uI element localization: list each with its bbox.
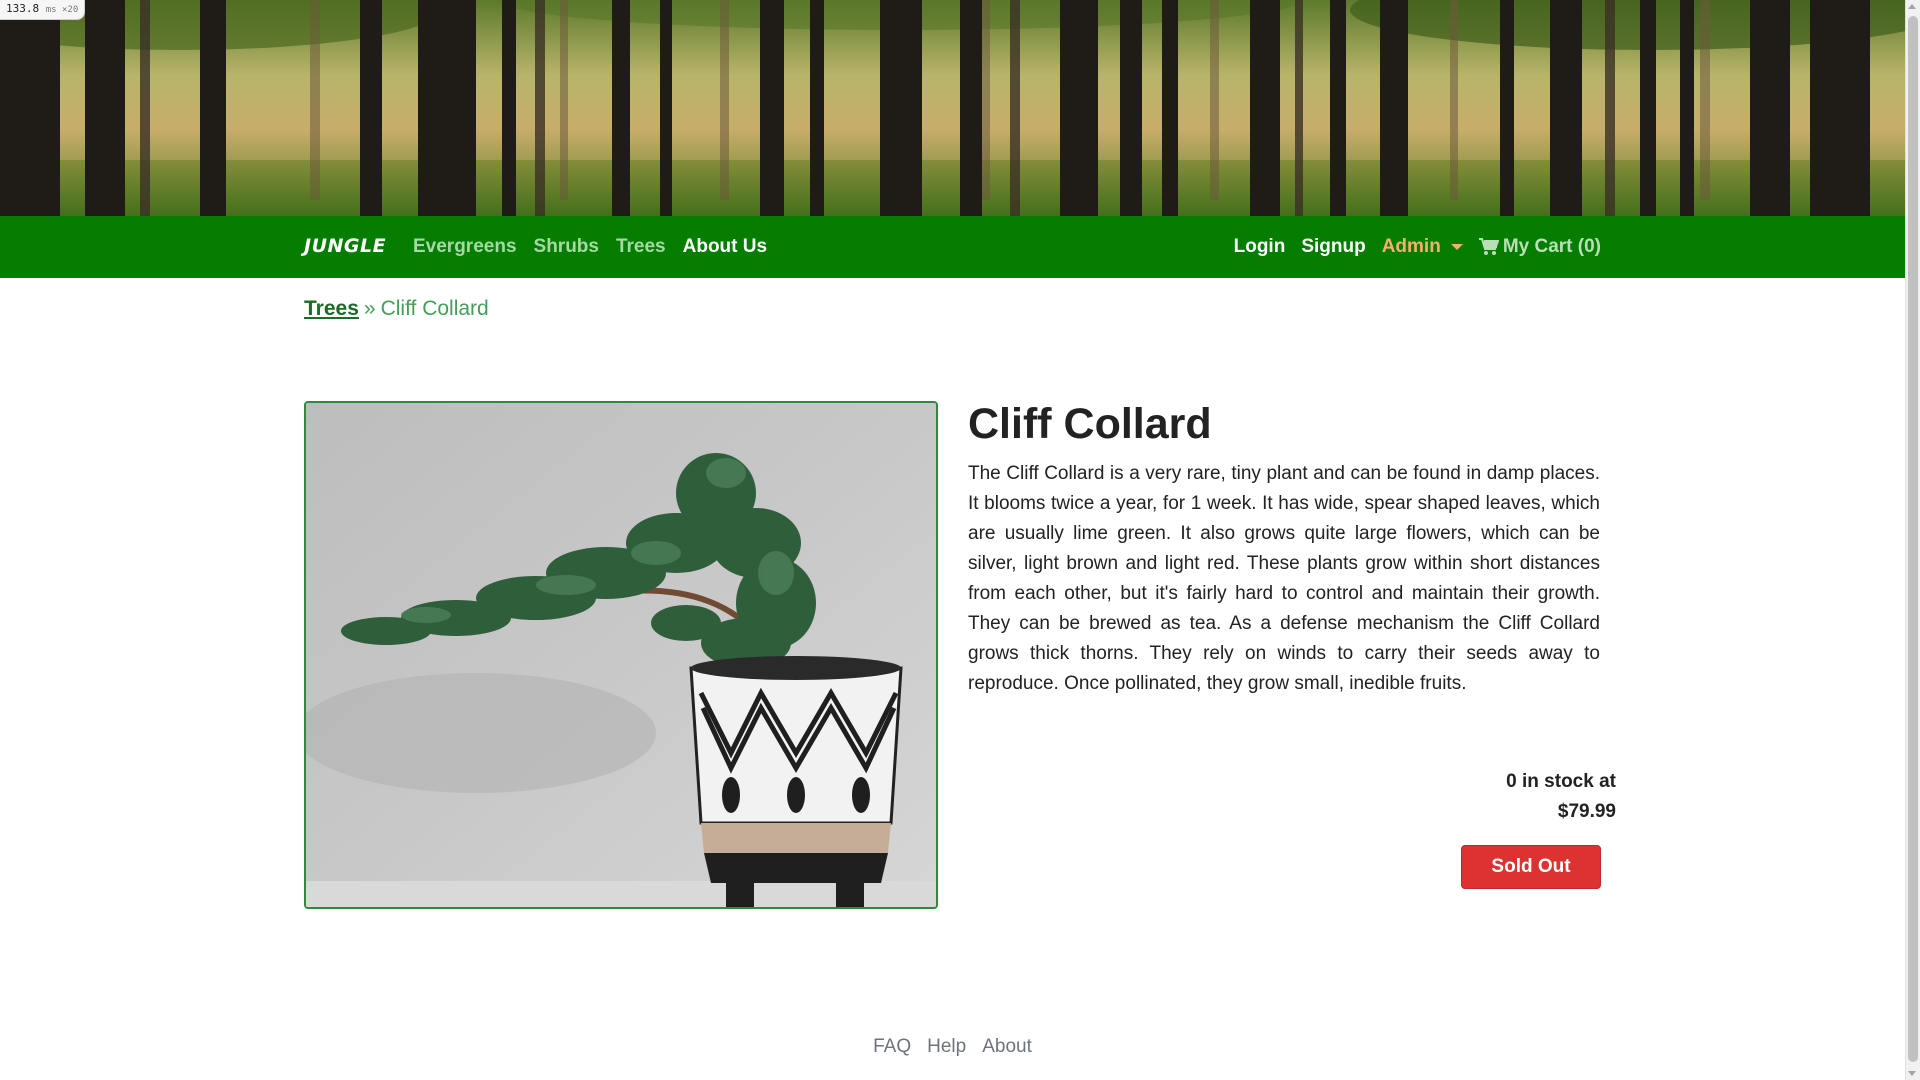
vertical-scrollbar[interactable] [1905, 0, 1920, 1080]
product-price: $79.99 [1557, 801, 1616, 822]
stock-info: 0 in stock at $79.99 [1506, 767, 1616, 827]
product-description: The Cliff Collard is a very rare, tiny p… [968, 463, 1600, 694]
cart-link[interactable]: My Cart (0) [1478, 236, 1601, 258]
scroll-down-arrow-icon[interactable] [1908, 1071, 1916, 1076]
product-title: Cliff Collard [968, 400, 1212, 448]
caret-down-icon [1450, 244, 1463, 250]
scroll-thumb[interactable] [1908, 16, 1918, 1062]
nav-link-trees[interactable]: Trees [616, 236, 666, 258]
admin-label: Admin [1381, 236, 1441, 257]
navbar-inner: JUNGLE Evergreens Shrubs Trees About Us … [304, 216, 1601, 278]
shopping-cart-icon [1478, 238, 1499, 255]
footer: FAQ Help About [0, 1036, 1905, 1058]
nav-link-shrubs[interactable]: Shrubs [534, 236, 599, 258]
scroll-up-arrow-icon[interactable] [1908, 4, 1916, 9]
footer-link-faq[interactable]: FAQ [873, 1036, 911, 1058]
breadcrumb-current: Cliff Collard [380, 297, 489, 320]
nav-user-links: Login Signup Admin My Cart (0) [1234, 236, 1601, 258]
sold-out-button[interactable]: Sold Out [1461, 845, 1601, 889]
footer-link-about[interactable]: About [982, 1036, 1032, 1058]
stock-count: 0 in stock at [1506, 771, 1616, 792]
forest-illustration [0, 0, 1905, 216]
nav-link-about-us[interactable]: About Us [683, 236, 767, 258]
hero-banner [0, 0, 1905, 216]
perf-badge: 133.8 ms ×20 [0, 0, 86, 20]
admin-dropdown[interactable]: Admin [1382, 236, 1463, 258]
breadcrumb: Trees» Cliff Collard [304, 297, 489, 321]
breadcrumb-category-link[interactable]: Trees [304, 297, 359, 320]
product-image [304, 401, 938, 909]
brand-logo[interactable]: JUNGLE [304, 235, 386, 257]
signup-link[interactable]: Signup [1301, 236, 1365, 258]
cart-label: My Cart (0) [1502, 236, 1601, 257]
nav-link-evergreens[interactable]: Evergreens [413, 236, 517, 258]
footer-link-help[interactable]: Help [927, 1036, 966, 1058]
nav-category-links: Evergreens Shrubs Trees About Us [413, 236, 767, 258]
login-link[interactable]: Login [1234, 236, 1286, 258]
bonsai-plant-picture [306, 403, 936, 907]
navbar: JUNGLE Evergreens Shrubs Trees About Us … [0, 216, 1905, 278]
perf-value: 133.8 [6, 2, 40, 15]
breadcrumb-separator: » [363, 297, 376, 320]
perf-unit: ms ×20 [45, 5, 79, 15]
